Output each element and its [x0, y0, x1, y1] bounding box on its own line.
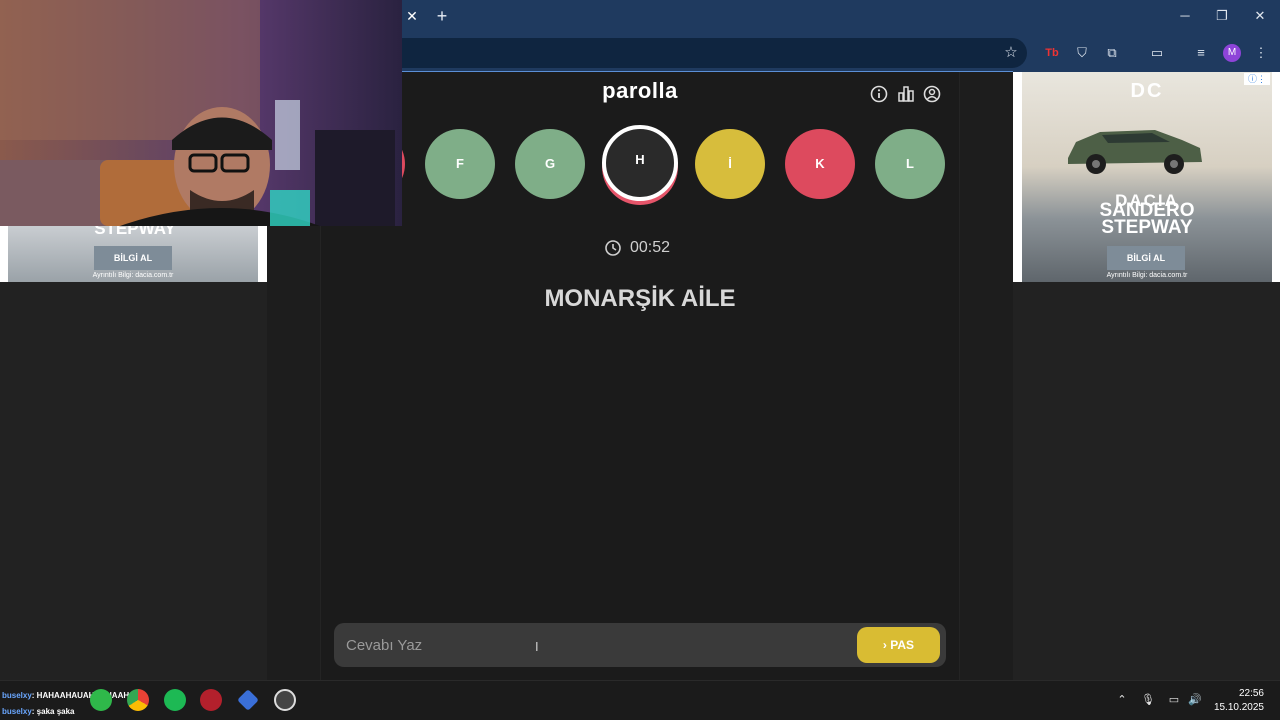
webcam-scene-image — [0, 0, 395, 226]
letter-circle-f: F — [425, 129, 495, 199]
timer-value: 00:52 — [630, 239, 671, 256]
right-ad-note: Ayrıntılı Bilgi: dacia.com.tr — [1106, 272, 1188, 279]
extension-red-icon[interactable]: Tb — [1041, 42, 1063, 64]
tab-strip — [402, 0, 1280, 34]
chat-line-2: buselxy: şaka şaka — [2, 707, 75, 716]
media-controls-icon[interactable]: ≡ — [1190, 42, 1212, 64]
taskbar — [0, 680, 1280, 720]
minimize-button[interactable]: ─ — [1170, 6, 1200, 26]
letter-circle-i: İ — [695, 129, 765, 199]
chat-user: buselxy — [2, 691, 32, 700]
tray-expand-chevron-icon[interactable]: ⌃ — [1114, 692, 1130, 708]
address-bar[interactable] — [402, 38, 1027, 68]
timer: 00:52 — [604, 237, 684, 259]
new-tab-button[interactable]: + — [432, 5, 452, 27]
pas-button[interactable]: › PAS — [857, 627, 940, 663]
answer-input[interactable] — [346, 632, 826, 658]
right-ad-button[interactable]: BİLGİ AL — [1107, 246, 1185, 270]
pas-button-label: PAS — [890, 638, 915, 652]
clock-icon — [605, 240, 621, 256]
chat-line-1: buselxy: HAHAAHAUAHAAUAAHAJ — [2, 691, 139, 700]
info-icon[interactable] — [869, 84, 889, 104]
chat-message: : HAHAAHAUAHAAUAAHAJ — [31, 691, 140, 700]
spotify-icon[interactable] — [164, 689, 186, 711]
profile-avatar[interactable]: M — [1223, 44, 1241, 62]
extensions-puzzle-icon[interactable]: ⧉ — [1101, 42, 1123, 64]
car-image — [1068, 130, 1202, 174]
letter-circle-l: L — [875, 129, 945, 199]
dacia-logo: DC — [1130, 80, 1164, 102]
app-red-icon[interactable] — [200, 689, 222, 711]
left-ad-note: Ayrıntılı Bilgi: dacia.com.tr — [92, 272, 174, 279]
whatsapp-icon[interactable] — [90, 689, 112, 711]
text-cursor-icon: I — [535, 639, 539, 654]
chat-message: : şaka şaka — [31, 707, 75, 716]
menu-kebab-icon[interactable]: ⋮ — [1250, 42, 1272, 64]
close-tab-button[interactable]: ✕ — [402, 6, 422, 26]
stats-icon[interactable] — [896, 84, 916, 104]
chrome-icon[interactable] — [127, 689, 149, 711]
letter-circle-g: G — [515, 129, 585, 199]
letter-circle-k: K — [785, 129, 855, 199]
question-text: MONARŞİK AİLE — [544, 285, 736, 312]
left-ad-button[interactable]: BİLGİ AL — [94, 246, 172, 270]
user-icon[interactable] — [922, 84, 942, 104]
reading-mode-icon[interactable]: ▭ — [1146, 42, 1168, 64]
site-logo[interactable]: parolla — [560, 78, 720, 108]
app-obs-icon[interactable] — [274, 689, 296, 711]
right-ad-variant: STEPWAY — [1101, 217, 1193, 238]
shield-extension-icon[interactable]: ⛉ — [1071, 42, 1093, 64]
restore-button[interactable]: ❐ — [1207, 6, 1237, 26]
clock-time[interactable]: 22:56 — [1204, 688, 1264, 699]
bookmark-star-icon[interactable]: ☆ — [1000, 42, 1022, 64]
webcam-overlay — [0, 0, 402, 226]
chevron-right-icon: › — [882, 638, 887, 652]
clock-date[interactable]: 15.10.2025 — [1204, 702, 1264, 713]
chat-user: buselxy — [2, 707, 32, 716]
letter-circle-h-current: H — [602, 125, 678, 201]
screen: ✕ + ─ ❐ ✕ ☆ Tb ⛉ ⧉ ▭ ≡ M ⋮ parolla F G H… — [0, 0, 1280, 720]
microphone-icon[interactable]: 🎙 — [1140, 692, 1156, 708]
window-close-button[interactable]: ✕ — [1245, 6, 1275, 26]
volume-icon[interactable]: 🔊 — [1187, 692, 1203, 708]
ad-choices-icon[interactable]: ⓘ⋮ — [1244, 73, 1270, 85]
network-icon[interactable]: ▭ — [1166, 692, 1182, 708]
